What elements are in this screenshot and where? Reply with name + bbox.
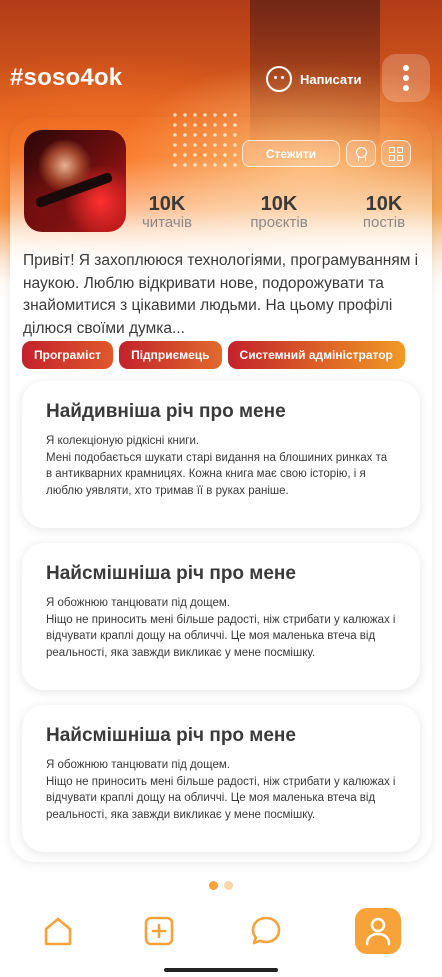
stat-value: 10K [365,193,403,215]
page-indicator [209,881,233,890]
stat-value: 10K [260,193,298,215]
tab-create[interactable] [136,908,182,954]
follow-button[interactable]: Стежити [242,140,340,167]
fact-lead: Я обожнюю танцювати під дощем. [46,597,230,609]
qr-code-button[interactable] [381,140,411,167]
bio-text: Привіт! Я захоплююся технологіями, прогр… [23,252,419,337]
achievements-button[interactable] [346,140,376,167]
home-indicator [164,968,278,972]
home-icon [44,917,72,946]
fact-title: Найсмішніша річ про мене [46,725,296,746]
add-icon [144,916,174,946]
stat-label: постів [362,214,406,231]
tag-chip[interactable]: Програміст [22,341,114,369]
fact-body: Ніщо не приносить мені більше радості, н… [46,775,396,821]
page-dot[interactable] [224,881,233,890]
fact-lead: Я обожнюю танцювати під дощем. [46,759,230,771]
bottom-tab-bar [0,900,442,977]
profile-icon [365,917,391,946]
fact-card[interactable]: Найсмішніша річ про мене Я обожнюю танцю… [22,705,420,852]
tag-chip[interactable]: Підприємець [119,341,222,369]
fact-title: Найдивніша річ про мене [46,401,286,422]
more-options-button[interactable] [382,54,430,102]
avatar[interactable] [24,130,126,232]
write-message-label: Написати [300,71,362,87]
qr-code-icon [389,146,403,161]
stat-projects: 10K проєктів [234,193,324,231]
stat-value: 10K [148,193,186,215]
tag-chip[interactable]: Системний адміністратор [227,341,405,369]
fact-card[interactable]: Найсмішніша річ про мене Я обожнюю танцю… [22,543,420,690]
tag-list: Програміст Підприємець Системний адмініс… [22,341,405,369]
stat-label: читачів [141,214,193,231]
page-dot-active[interactable] [209,881,218,890]
fact-body: Ніщо не приносить мені більше радості, н… [46,613,396,659]
stat-posts: 10K постів [339,193,429,231]
write-message-button[interactable]: Написати [266,66,361,92]
more-vertical-icon [403,65,409,71]
award-icon [355,146,367,161]
chat-icon [251,916,281,945]
fact-card[interactable]: Найдивніша річ про мене Я колекціоную рі… [22,381,420,528]
stat-readers: 10K читачів [122,193,212,231]
fact-title: Найсмішніша річ про мене [46,563,296,584]
tab-profile[interactable] [355,908,401,954]
username: #soso4ok [10,64,123,91]
bio: Привіт! Я захоплююся технологіями, прогр… [23,250,423,340]
fact-lead: Я колекціоную рідкісні книги. [46,435,200,447]
tab-messages[interactable] [243,908,289,954]
chat-bubble-icon [266,66,292,92]
tab-home[interactable] [35,908,81,954]
stat-label: проєктів [250,214,308,231]
fact-body: Мені подобається шукати старі видання на… [46,451,388,497]
top-bar: #soso4ok Написати [0,54,442,102]
